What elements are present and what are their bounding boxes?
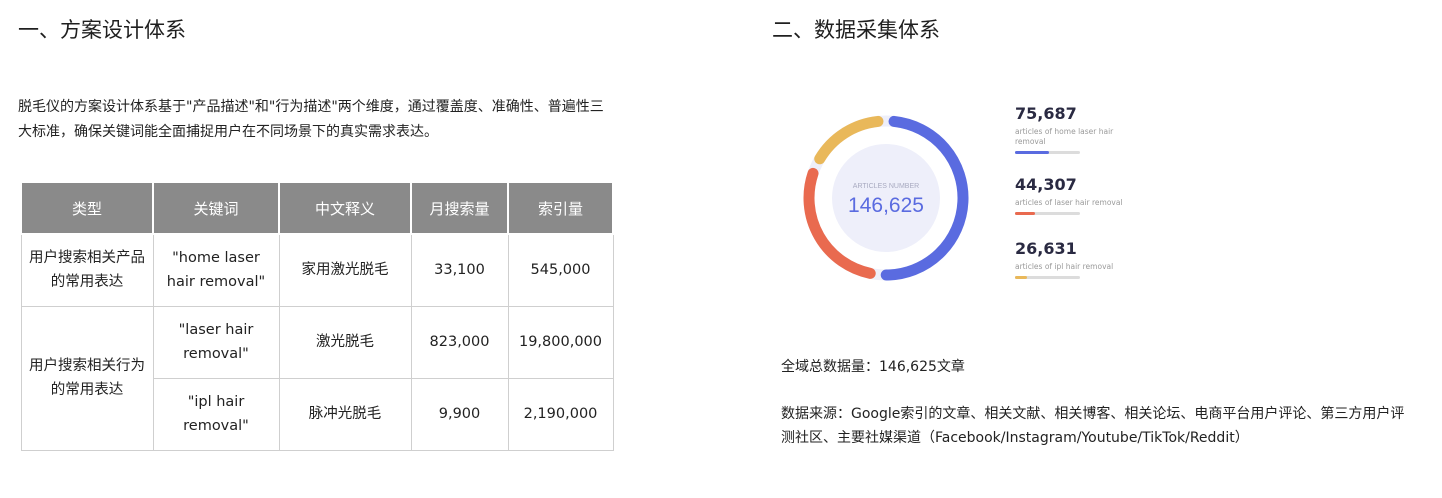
header-index: 索引量 — [507, 181, 614, 235]
intro-paragraph: 脱毛仪的方案设计体系基于"产品描述"和"行为描述"两个维度，通过覆盖度、准确性、… — [18, 99, 604, 140]
keyword-cell: "ipl hair removal" — [152, 377, 280, 451]
stat-ipl: 26,631 articles of ipl hair removal — [1015, 240, 1135, 279]
index-cell: 19,800,000 — [507, 305, 614, 379]
donut-center-value: 146,625 — [848, 194, 924, 217]
header-monthly: 月搜索量 — [410, 181, 509, 235]
stat-value: 44,307 — [1015, 175, 1077, 194]
monthly-cell: 33,100 — [410, 233, 509, 307]
type-cell: 用户搜索相关行为的常用表达 — [20, 305, 154, 451]
meaning-cell: 脉冲光脱毛 — [278, 377, 412, 451]
index-cell: 545,000 — [507, 233, 614, 307]
total-articles: 全域总数据量：146,625文章 — [781, 359, 965, 375]
section-title-right: 二、数据采集体系 — [772, 18, 940, 42]
stat-bar-fill — [1015, 212, 1035, 215]
table-row: 用户搜索相关行为的常用表达 "laser hair removal" 激光脱毛 … — [20, 305, 614, 451]
stat-bar-fill — [1015, 276, 1027, 279]
stat-bar — [1015, 212, 1080, 215]
table-row: 用户搜索相关产品的常用表达 "home laser hair removal" … — [20, 233, 614, 307]
keyword-table: 类型 关键词 中文释义 月搜索量 索引量 用户搜索相关产品的常用表达 "home… — [20, 181, 614, 451]
header-meaning: 中文释义 — [278, 181, 412, 235]
monthly-cell: 9,900 — [410, 377, 509, 451]
keyword-cell: "home laser hair removal" — [152, 233, 280, 307]
stat-value: 26,631 — [1015, 239, 1077, 258]
table-header-row: 类型 关键词 中文释义 月搜索量 索引量 — [20, 181, 614, 235]
stat-laser: 44,307 articles of laser hair removal — [1015, 176, 1135, 215]
meaning-cell: 家用激光脱毛 — [278, 233, 412, 307]
stat-bar-fill — [1015, 151, 1049, 154]
stat-desc: articles of laser hair removal — [1015, 198, 1123, 207]
meaning-cell: 激光脱毛 — [278, 305, 412, 379]
stat-bar — [1015, 151, 1080, 154]
section-title-left: 一、方案设计体系 — [18, 18, 186, 42]
monthly-cell: 823,000 — [410, 305, 509, 379]
keyword-cell: "laser hair removal" — [152, 305, 280, 379]
stat-desc: articles of ipl hair removal — [1015, 262, 1114, 271]
stat-desc: articles of home laser hair removal — [1015, 127, 1114, 146]
type-cell: 用户搜索相关产品的常用表达 — [20, 233, 154, 307]
stat-bar — [1015, 276, 1080, 279]
data-source: 数据来源：Google索引的文章、相关文献、相关博客、相关论坛、电商平台用户评论… — [781, 406, 1405, 446]
articles-donut-chart: ARTICLES NUMBER 146,625 — [803, 115, 969, 281]
stat-value: 75,687 — [1015, 104, 1077, 123]
donut-center-label: ARTICLES NUMBER — [853, 183, 919, 190]
header-type: 类型 — [20, 181, 154, 235]
stat-home-laser: 75,687 articles of home laser hair remov… — [1015, 105, 1135, 154]
index-cell: 2,190,000 — [507, 377, 614, 451]
header-keyword: 关键词 — [152, 181, 280, 235]
